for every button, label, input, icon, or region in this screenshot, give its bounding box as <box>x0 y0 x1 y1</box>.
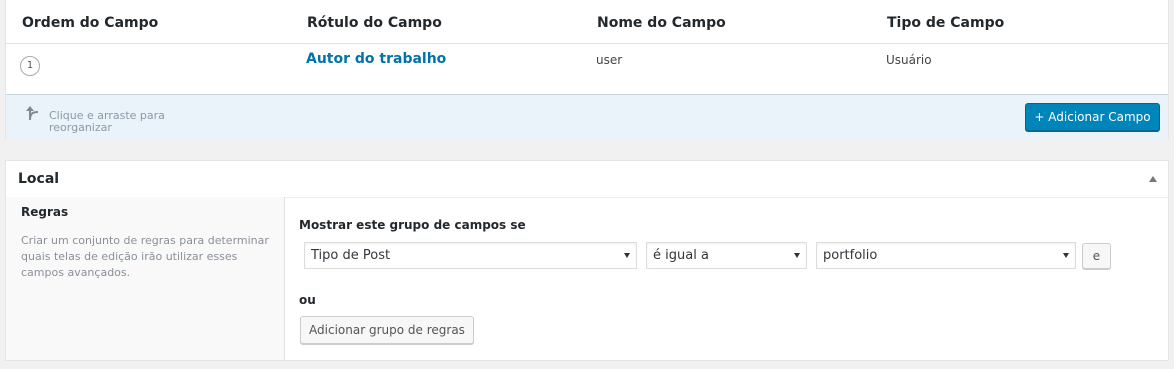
rule-param-select[interactable]: Tipo de Post <box>304 242 637 269</box>
location-panel: Local Regras Criar um conjunto de regras… <box>5 160 1169 361</box>
chevron-down-icon <box>624 253 630 258</box>
rule-value-select[interactable]: portfolio <box>816 242 1076 269</box>
fields-table-header: Ordem do Campo Rótulo do Campo Nome do C… <box>6 0 1168 44</box>
add-and-rule-button[interactable]: e <box>1082 243 1111 269</box>
location-panel-title: Local <box>18 171 60 187</box>
add-field-button[interactable]: + Adicionar Campo <box>1025 103 1160 131</box>
show-if-label: Mostrar este grupo de campos se <box>299 218 526 232</box>
column-header-name: Nome do Campo <box>597 15 726 31</box>
or-label: ou <box>299 293 316 307</box>
field-order-handle[interactable]: 1 <box>20 56 40 76</box>
column-header-label: Rótulo do Campo <box>307 15 442 31</box>
drag-hint-text: Clique e arraste para reorganizar <box>49 109 165 134</box>
column-header-order: Ordem do Campo <box>22 15 159 31</box>
table-row[interactable]: 1 Autor do trabalho user Usuário <box>6 43 1168 94</box>
location-panel-header[interactable]: Local <box>6 161 1168 198</box>
rule-operator-select[interactable]: é igual a <box>646 242 807 269</box>
rule-operator-value: é igual a <box>653 248 709 263</box>
rules-description: Criar um conjunto de regras para determi… <box>21 234 269 279</box>
field-type-cell: Usuário <box>886 53 932 67</box>
column-header-type: Tipo de Campo <box>887 15 1005 31</box>
rules-title: Regras <box>21 205 69 219</box>
add-rule-group-button[interactable]: Adicionar grupo de regras <box>300 316 474 344</box>
fields-table-panel: Ordem do Campo Rótulo do Campo Nome do C… <box>5 0 1169 139</box>
rule-value-value: portfolio <box>823 248 878 263</box>
field-name-cell: user <box>596 53 623 67</box>
collapse-toggle-icon[interactable] <box>1149 176 1157 182</box>
rule-param-value: Tipo de Post <box>311 248 391 263</box>
chevron-down-icon <box>1063 253 1069 258</box>
chevron-down-icon <box>794 253 800 258</box>
fields-table-footer: Clique e arraste para reorganizar + Adic… <box>6 94 1168 139</box>
field-label-link[interactable]: Autor do trabalho <box>306 51 446 67</box>
curved-arrow-icon <box>26 106 39 121</box>
